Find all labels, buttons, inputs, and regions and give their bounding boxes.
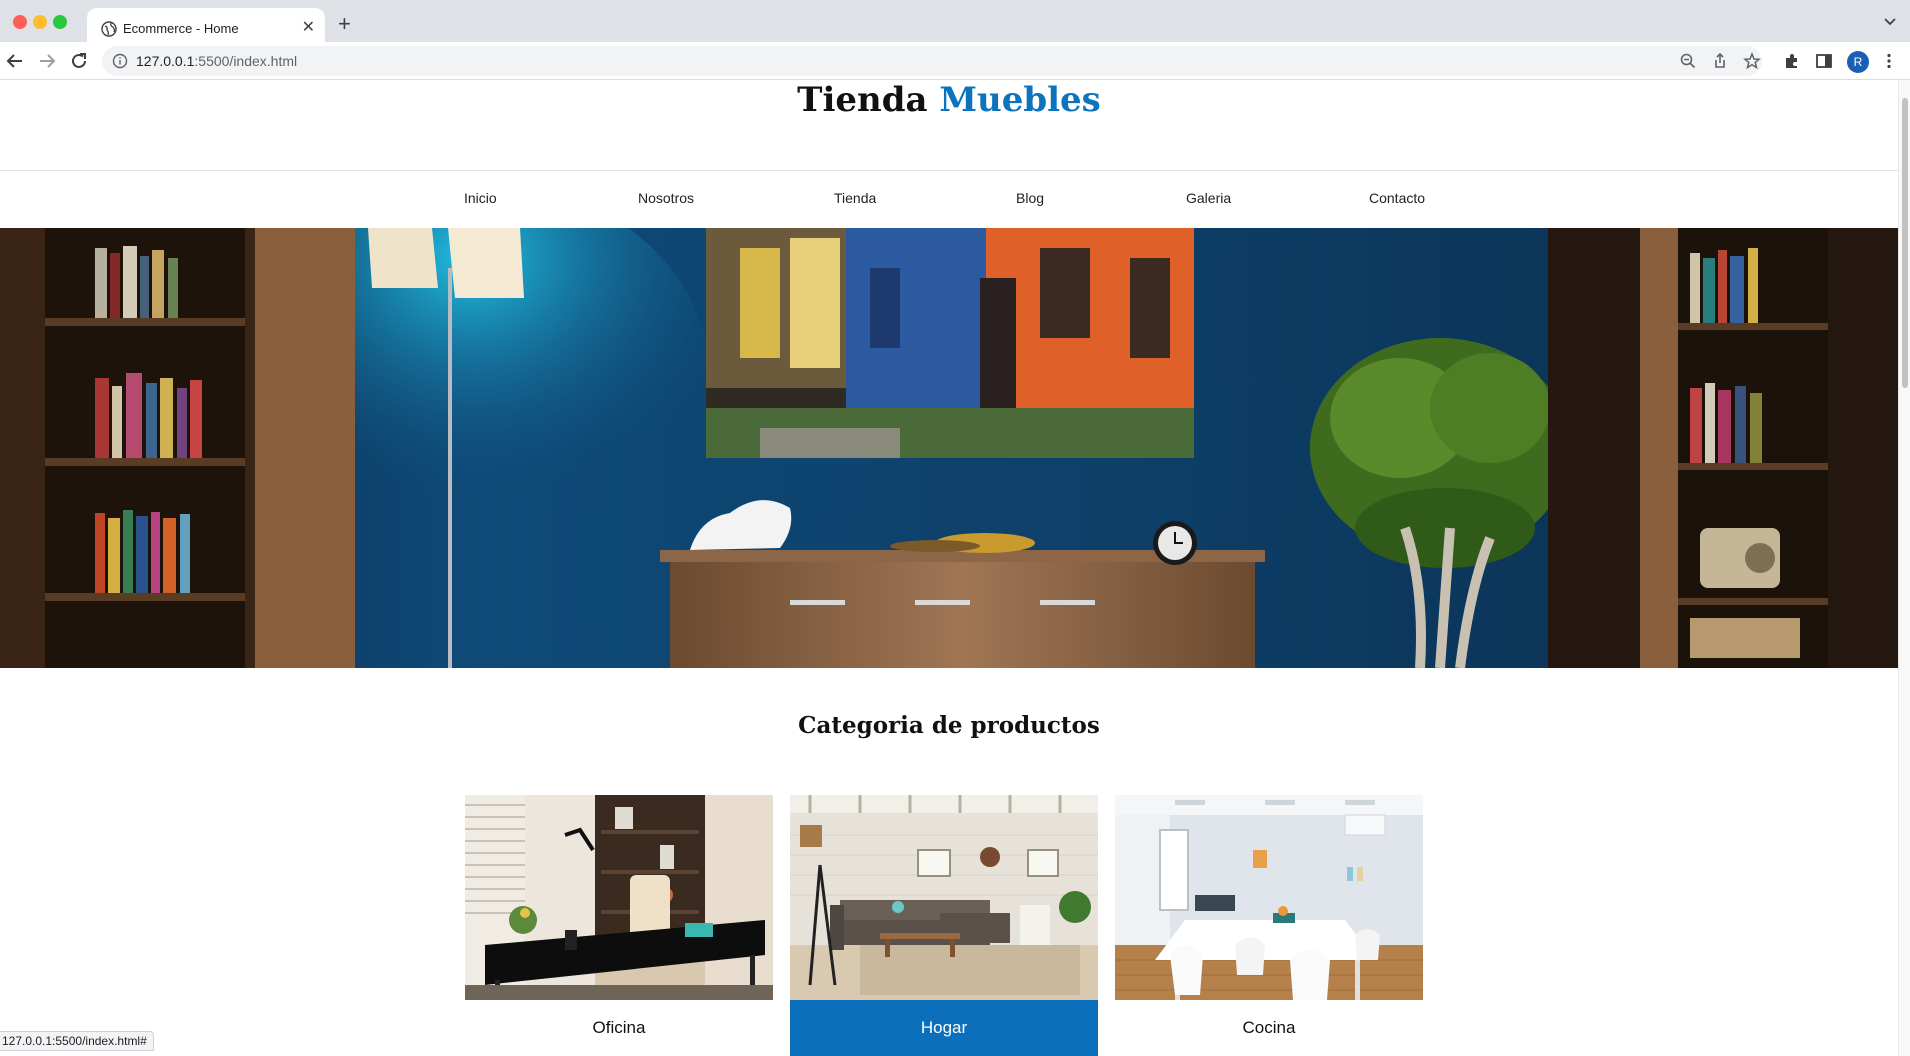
minimize-window-button[interactable]	[33, 15, 47, 29]
reload-icon[interactable]	[68, 50, 90, 72]
browser-toolbar: 127.0.0.1:5500/index.html R	[0, 42, 1910, 80]
category-image-cocina[interactable]	[1115, 795, 1423, 1000]
close-tab-icon[interactable]: ✕	[302, 19, 315, 37]
category-image-hogar[interactable]	[790, 795, 1098, 1000]
bookmark-star-icon[interactable]	[1743, 52, 1761, 70]
category-label-cocina[interactable]: Cocina	[1115, 1000, 1423, 1056]
share-icon[interactable]	[1711, 52, 1729, 70]
profile-avatar[interactable]: R	[1847, 51, 1869, 73]
category-card-cocina[interactable]: Cocina	[1115, 795, 1423, 1056]
nav-item-nosotros[interactable]: Nosotros	[638, 190, 694, 206]
nav-item-galeria[interactable]: Galeria	[1186, 190, 1231, 206]
nav-item-contacto[interactable]: Contacto	[1369, 190, 1425, 206]
nav-item-inicio[interactable]: Inicio	[464, 190, 497, 206]
category-card-oficina[interactable]: Oficina	[465, 795, 773, 1056]
close-window-button[interactable]	[13, 15, 27, 29]
globe-icon	[101, 21, 117, 37]
extensions-puzzle-icon[interactable]	[1783, 52, 1801, 70]
maximize-window-button[interactable]	[53, 15, 67, 29]
nav-item-blog[interactable]: Blog	[1016, 190, 1044, 206]
chevron-down-icon[interactable]	[1884, 16, 1896, 28]
back-arrow-icon[interactable]	[4, 50, 26, 72]
nav-item-tienda[interactable]: Tienda	[834, 190, 876, 206]
hero-banner-image	[0, 228, 1898, 668]
page-scrollbar[interactable]	[1898, 80, 1910, 1056]
status-url-bubble: 127.0.0.1:5500/index.html#	[0, 1031, 154, 1051]
info-icon[interactable]	[112, 53, 128, 69]
page-viewport: Tienda Muebles Inicio Nosotros Tienda Bl…	[0, 80, 1898, 1056]
category-label-oficina[interactable]: Oficina	[465, 1000, 773, 1056]
section-heading: Categoria de productos	[798, 712, 1100, 739]
forward-arrow-icon[interactable]	[36, 50, 58, 72]
category-card-hogar[interactable]: Hogar	[790, 795, 1098, 1056]
site-title[interactable]: Tienda Muebles	[0, 80, 1898, 120]
header-divider	[0, 170, 1898, 171]
category-image-oficina[interactable]	[465, 795, 773, 1000]
address-bar[interactable]: 127.0.0.1:5500/index.html	[102, 46, 1762, 76]
url-text[interactable]: 127.0.0.1:5500/index.html	[136, 53, 297, 69]
main-nav: Inicio Nosotros Tienda Blog Galeria Cont…	[458, 190, 1438, 214]
side-panel-icon[interactable]	[1815, 52, 1833, 70]
category-label-hogar[interactable]: Hogar	[790, 1000, 1098, 1056]
zoom-icon[interactable]	[1679, 52, 1697, 70]
scrollbar-thumb[interactable]	[1902, 98, 1908, 388]
new-tab-button[interactable]: +	[338, 13, 351, 35]
more-menu-icon[interactable]	[1880, 52, 1898, 70]
tab-title: Ecommerce - Home	[123, 21, 239, 36]
